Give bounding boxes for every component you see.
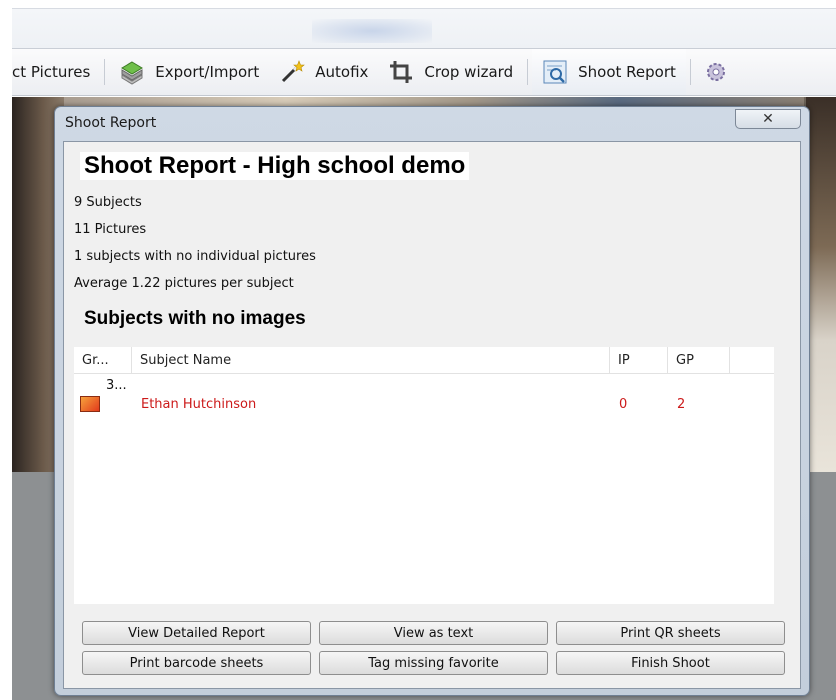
- column-header-gp[interactable]: GP: [668, 347, 730, 374]
- dialog-content: Shoot Report - High school demo 9 Subjec…: [63, 141, 801, 689]
- magic-wand-icon: [279, 59, 306, 85]
- toolbar-shoot-report-label: Shoot Report: [578, 63, 676, 81]
- main-toolbar: ct Pictures Export/Import Autofix Crop w…: [12, 48, 836, 96]
- stat-pictures: 11 Pictures: [74, 222, 147, 237]
- column-header-ip[interactable]: IP: [610, 347, 668, 374]
- title-bar: [12, 8, 836, 48]
- stat-subjects: 9 Subjects: [74, 195, 142, 210]
- toolbar-select-pictures-label: ct Pictures: [12, 63, 91, 81]
- print-qr-sheets-button[interactable]: Print QR sheets: [556, 621, 785, 645]
- row-ip: 0: [619, 397, 628, 412]
- finish-shoot-button[interactable]: Finish Shoot: [556, 651, 785, 675]
- export-import-icon: [119, 59, 145, 85]
- title-bar-glow: [312, 19, 432, 43]
- subjects-table[interactable]: Gr... Subject Name IP GP 3... Ethan Hutc…: [74, 347, 774, 604]
- shoot-report-dialog: Shoot Report ✕ Shoot Report - High schoo…: [54, 106, 810, 696]
- background-photo-right: [806, 97, 836, 472]
- toolbar-settings[interactable]: [695, 49, 729, 95]
- report-icon: [542, 59, 568, 85]
- toolbar-export-import[interactable]: Export/Import: [109, 49, 269, 95]
- stat-average: Average 1.22 pictures per subject: [74, 276, 294, 291]
- toolbar-separator: [104, 59, 106, 85]
- toolbar-export-import-label: Export/Import: [155, 63, 260, 81]
- dialog-title: Shoot Report: [65, 115, 157, 131]
- row-group: 3...: [106, 378, 127, 393]
- toolbar-crop-wizard[interactable]: Crop wizard: [378, 49, 523, 95]
- print-barcode-sheets-button[interactable]: Print barcode sheets: [82, 651, 311, 675]
- toolbar-autofix-label: Autofix: [315, 63, 369, 81]
- view-as-text-button[interactable]: View as text: [319, 621, 548, 645]
- row-gp: 2: [677, 397, 686, 412]
- column-header-group[interactable]: Gr...: [74, 347, 132, 374]
- toolbar-separator: [689, 59, 691, 85]
- close-icon: ✕: [762, 111, 774, 127]
- toolbar-separator: [527, 59, 529, 85]
- tag-missing-favorite-button[interactable]: Tag missing favorite: [319, 651, 548, 675]
- crop-icon: [388, 59, 414, 85]
- row-subject-name: Ethan Hutchinson: [141, 397, 257, 412]
- toolbar-shoot-report[interactable]: Shoot Report: [532, 49, 686, 95]
- section-title: Subjects with no images: [84, 308, 306, 329]
- close-button[interactable]: ✕: [735, 109, 801, 129]
- table-row[interactable]: 3... Ethan Hutchinson 0 2: [74, 375, 774, 425]
- gear-icon: [703, 59, 729, 85]
- view-detailed-report-button[interactable]: View Detailed Report: [82, 621, 311, 645]
- report-heading: Shoot Report - High school demo: [80, 152, 470, 180]
- column-header-subject-name[interactable]: Subject Name: [132, 347, 610, 374]
- subject-color-swatch: [80, 396, 100, 412]
- toolbar-crop-wizard-label: Crop wizard: [424, 63, 514, 81]
- table-header: Gr... Subject Name IP GP: [74, 347, 774, 374]
- stat-no-individual: 1 subjects with no individual pictures: [74, 249, 316, 264]
- toolbar-select-pictures[interactable]: ct Pictures: [12, 49, 100, 95]
- toolbar-autofix[interactable]: Autofix: [269, 49, 378, 95]
